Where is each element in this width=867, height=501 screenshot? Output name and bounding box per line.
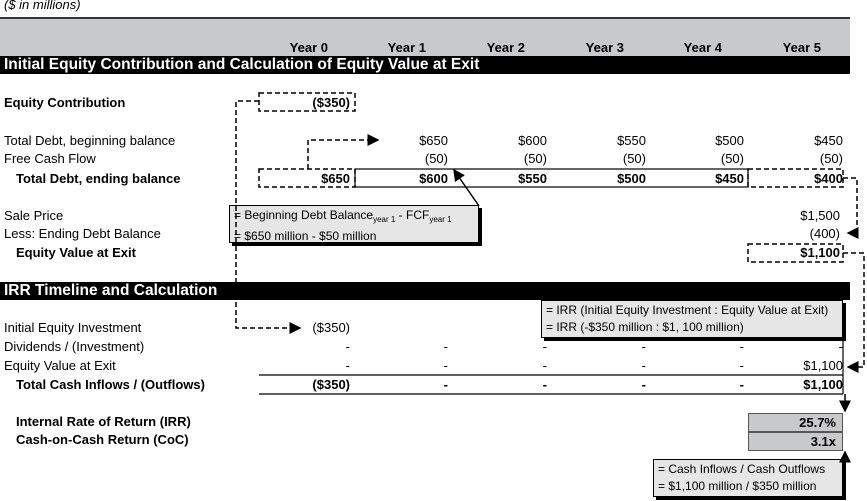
debt-beginning-value: $600 [518,133,547,148]
debt-beginning-value: $500 [715,133,744,148]
year-header: Year 2 [486,40,525,55]
equity-exit-value: - [443,358,448,373]
debt-beginning-value: $650 [419,133,448,148]
debt-ending-value: $500 [617,171,646,186]
year-header: Year 0 [289,40,328,55]
equity-contribution-label: Equity Contribution [4,95,126,110]
sale-price-label: Sale Price [4,208,64,223]
irr-label: Internal Rate of Return (IRR) [16,414,191,429]
debt-ending-value: $600 [419,171,448,186]
callout-text: = IRR (Initial Equity Investment : Equit… [546,303,829,317]
equity-contribution-value: ($350) [312,95,350,110]
fcf-value: (50) [424,151,448,166]
coc-formula-callout: = Cash Inflows / Cash Outflows = $1,100 … [653,459,843,497]
debt-ending-label: Total Debt, ending balance [16,171,181,186]
equity-value-exit-label: Equity Value at Exit [16,245,136,260]
irr-value: 25.7% [748,413,843,432]
fcf-value: (50) [622,151,646,166]
debt-ending-value: $400 [814,171,843,186]
year-header: Year 5 [782,40,821,55]
debt-ending-value: $450 [715,171,744,186]
dividends-value: - [838,339,843,354]
dividends-value: - [443,339,448,354]
dividends-value: - [739,339,744,354]
debt-ending-value: $550 [518,171,547,186]
debt-beginning-label: Total Debt, beginning balance [4,133,176,148]
fcf-value: (50) [819,151,843,166]
year5-debt-connector [843,177,859,239]
dividends-label: Dividends / (Investment) [4,339,145,354]
equity-exit-value: - [542,358,547,373]
dividends-value: - [542,339,547,354]
callout-text: = IRR (-$350 million : $1, 100 million) [546,320,744,334]
equity-exit-connector [843,252,865,373]
equity-exit-value: - [641,358,646,373]
section-title-irr: IRR Timeline and Calculation [0,282,850,300]
equity-value-exit-value: $1,100 [800,245,840,260]
section-title-equity: Initial Equity Contribution and Calculat… [0,56,850,74]
debt-ending-value: $650 [321,171,350,186]
callout-text: = Cash Inflows / Cash Outflows [658,462,826,476]
callout-text: = $650 million - $50 million [234,229,377,243]
equity-exit-value: - [739,358,744,373]
dividends-value: - [345,339,350,354]
equity-exit-value: $1,100 [803,358,843,373]
equity-exit-value: - [345,358,350,373]
coc-value: 3.1x [748,432,843,451]
total-cash-value: ($350) [312,377,350,392]
callout-subscript: year 1 [373,215,396,224]
total-cash-value: - [641,377,646,392]
equity-exit-label: Equity Value at Exit [4,358,116,373]
total-cash-value: - [739,377,744,392]
callout-text: = Beginning Debt Balance [234,208,374,222]
coc-label: Cash-on-Cash Return (CoC) [16,432,189,447]
year-header: Year 4 [683,40,722,55]
callout-text: = $1,100 million / $350 million [658,479,817,493]
debt-beginning-value: $450 [814,133,843,148]
fcf-value: (50) [720,151,744,166]
dividends-value: - [641,339,646,354]
callout-subscript: year 1 [429,215,452,224]
sale-price-value: $1,500 [800,208,840,223]
total-cash-label: Total Cash Inflows / (Outflows) [16,377,205,392]
initial-equity-label: Initial Equity Investment [4,320,142,335]
year-header: Year 3 [585,40,624,55]
less-ending-debt-label: Less: Ending Debt Balance [4,226,161,241]
total-cash-value: $1,100 [803,377,843,392]
total-cash-value: - [542,377,547,392]
year-header: Year 1 [387,40,426,55]
total-cash-value: - [443,377,448,392]
less-ending-debt-value: (400) [809,226,840,241]
debt-beginning-value: $550 [617,133,646,148]
callout-text: - FCF [395,208,430,222]
initial-equity-value: ($350) [312,320,350,335]
units-note: ($ in millions) [4,0,81,12]
irr-formula-callout: = IRR (Initial Equity Investment : Equit… [541,300,843,338]
fcf-value: (50) [523,151,547,166]
debt-formula-callout: = Beginning Debt Balanceyear 1 - FCFyear… [229,205,479,243]
fcf-label: Free Cash Flow [4,151,96,166]
